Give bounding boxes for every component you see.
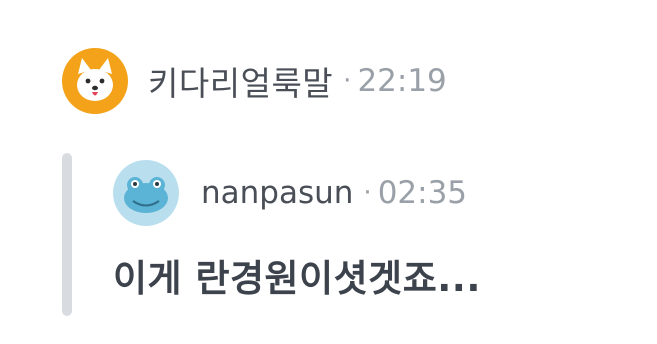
post-header: 키다리얼룩말 · 22:19 — [62, 48, 447, 114]
quote-bar — [62, 153, 72, 316]
quote-author-name[interactable]: nanpasun — [201, 175, 353, 211]
quote-timestamp: 02:35 — [377, 175, 468, 211]
post-timestamp: 22:19 — [357, 63, 447, 99]
frog-face-icon — [124, 177, 168, 213]
quote-message-text: 이게 란경원이셧겟죠... — [113, 257, 481, 300]
quote-header: nanpasun · 02:35 — [113, 160, 467, 226]
dog-face-icon — [77, 58, 113, 101]
frog-avatar-icon[interactable] — [113, 160, 179, 226]
separator-dot: · — [343, 66, 352, 96]
chat-thread: 키다리얼룩말 · 22:19 nanpasun · 02:35 이게 란경원이셧 — [0, 0, 657, 344]
post-author-name[interactable]: 키다리얼룩말 — [148, 57, 333, 105]
dog-avatar-icon[interactable] — [62, 48, 128, 114]
separator-dot: · — [363, 178, 372, 208]
